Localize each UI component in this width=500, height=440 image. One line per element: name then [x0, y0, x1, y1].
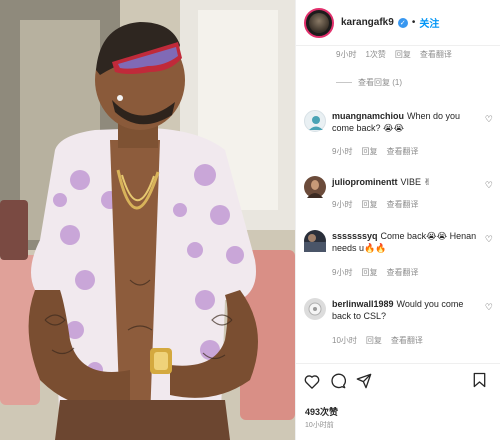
comment-time: 9小时	[336, 50, 357, 59]
comment-item: berlinwall1989 Would you come back to CSL…	[304, 298, 499, 348]
post-actions-bar	[304, 370, 496, 392]
follow-button[interactable]: 关注	[419, 15, 439, 30]
comment-meta: 9小时 回复 查看翻译	[332, 199, 427, 210]
commenter-username[interactable]: muangnamchiou	[332, 111, 404, 121]
post-photo-illustration	[0, 0, 295, 440]
reply-button[interactable]: 回复	[395, 49, 411, 60]
translate-button[interactable]: 查看翻译	[386, 146, 418, 157]
commenter-avatar[interactable]	[304, 230, 326, 252]
likes-count[interactable]: 493次赞	[305, 405, 338, 418]
posted-time: 10小时前	[305, 422, 334, 429]
translate-button[interactable]: 查看翻译	[386, 267, 418, 278]
like-comment-heart-icon[interactable]: ♡	[485, 234, 493, 245]
comment-time: 9小时	[332, 268, 353, 277]
bookmark-icon[interactable]	[473, 372, 486, 388]
comments-panel: karangafk9 ✓ • 关注 9小时 1次赞 回复 查看翻译 查看回复 (…	[295, 0, 500, 440]
actions-divider	[296, 363, 500, 364]
comment-time: 9小时	[332, 200, 353, 209]
comment-icon[interactable]	[330, 373, 346, 389]
commenter-username[interactable]: sssssssyq	[332, 231, 378, 241]
view-replies-button[interactable]: 查看回复 (1)	[336, 77, 402, 88]
reply-button[interactable]: 回复	[361, 199, 377, 210]
first-comment-meta: 9小时 1次赞 回复 查看翻译	[336, 49, 461, 60]
commenter-avatar[interactable]	[304, 176, 326, 198]
translate-button[interactable]: 查看翻译	[420, 49, 452, 60]
author-avatar[interactable]	[304, 7, 334, 38]
comment-meta: 9小时 回复 查看翻译	[332, 267, 427, 278]
comment-time: 9小时	[332, 147, 353, 156]
comment-item: sssssssyq Come back😭😭 Henan needs u🔥🔥 ♡ 9…	[304, 230, 499, 280]
reply-button[interactable]: 回复	[361, 146, 377, 157]
comment-time: 10小时	[332, 336, 357, 345]
commenter-avatar[interactable]	[304, 298, 326, 320]
comment-meta: 9小时 回复 查看翻译	[332, 146, 427, 157]
translate-button[interactable]: 查看翻译	[386, 199, 418, 210]
translate-button[interactable]: 查看翻译	[391, 335, 423, 346]
like-comment-heart-icon[interactable]: ♡	[485, 114, 493, 125]
view-replies-label: 查看回复 (1)	[358, 78, 402, 87]
reply-button[interactable]: 回复	[361, 267, 377, 278]
share-icon[interactable]	[356, 373, 372, 389]
commenter-avatar[interactable]	[304, 110, 326, 132]
comment-text: VIBE ✌	[400, 177, 432, 187]
author-avatar-image	[309, 12, 329, 33]
replies-divider	[336, 82, 352, 83]
like-comment-heart-icon[interactable]: ♡	[485, 302, 493, 313]
author-username[interactable]: karangafk9	[341, 17, 394, 28]
commenter-username[interactable]: julioprominentt	[332, 177, 398, 187]
heart-icon[interactable]	[304, 374, 320, 389]
comment-item: julioprominentt VIBE ✌ ♡ 9小时 回复 查看翻译	[304, 176, 499, 212]
verified-badge-icon: ✓	[397, 17, 408, 28]
header-separator: •	[411, 17, 416, 28]
commenter-username[interactable]: berlinwall1989	[332, 299, 394, 309]
comment-item: muangnamchiou When do you come back? 😭😭 ♡…	[304, 110, 499, 160]
like-comment-heart-icon[interactable]: ♡	[485, 180, 493, 191]
post-header: karangafk9 ✓ • 关注	[296, 0, 500, 46]
comment-meta: 10小时 回复 查看翻译	[332, 335, 432, 346]
reply-button[interactable]: 回复	[366, 335, 382, 346]
comment-likes[interactable]: 1次赞	[365, 49, 385, 60]
post-photo[interactable]	[0, 0, 295, 440]
